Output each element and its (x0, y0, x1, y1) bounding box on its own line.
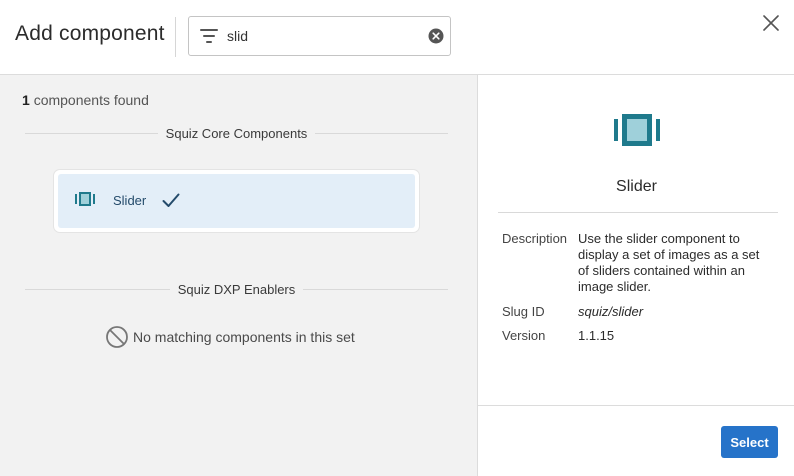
version-value: 1.1.15 (578, 328, 615, 343)
slider-icon (75, 192, 95, 206)
slider-icon (614, 114, 660, 146)
modal-header: Add component (0, 0, 794, 75)
description-value: Use the slider component to display a se… (578, 231, 760, 294)
component-card-slider[interactable]: Slider (54, 170, 419, 232)
results-count: 1 components found (22, 92, 149, 108)
search-box[interactable] (188, 16, 451, 56)
detail-panel: Slider Description Use the slider compon… (477, 75, 794, 476)
set-name: Squiz DXP Enablers (169, 282, 304, 297)
footer-divider (478, 405, 794, 406)
component-name: Slider (113, 193, 147, 208)
empty-message-text: No matching components in this set (133, 329, 355, 345)
set-name: Squiz Core Components (157, 126, 316, 141)
detail-title: Slider (616, 178, 657, 195)
search-input[interactable] (227, 25, 417, 47)
check-icon (162, 193, 180, 207)
results-count-label: components found (33, 92, 149, 108)
set-heading-dxp: Squiz DXP Enablers (25, 280, 448, 300)
set-heading-core: Squiz Core Components (25, 124, 448, 144)
results-panel: 1 components found Squiz Core Components… (0, 75, 477, 476)
header-divider (175, 17, 176, 57)
version-label: Version (502, 328, 546, 343)
select-button[interactable]: Select (721, 426, 778, 458)
component-card-selected-bg: Slider (58, 174, 415, 228)
description-label: Description (502, 231, 568, 246)
close-icon[interactable] (763, 15, 779, 31)
ban-icon (106, 326, 128, 348)
slug-id-value: squiz/slider (578, 304, 644, 319)
modal-title: Add component (15, 22, 165, 45)
results-count-number: 1 (22, 92, 30, 108)
filter-icon (200, 29, 218, 43)
clear-search-icon[interactable] (428, 28, 444, 44)
detail-divider (498, 212, 778, 213)
slug-id-label: Slug ID (502, 304, 545, 319)
